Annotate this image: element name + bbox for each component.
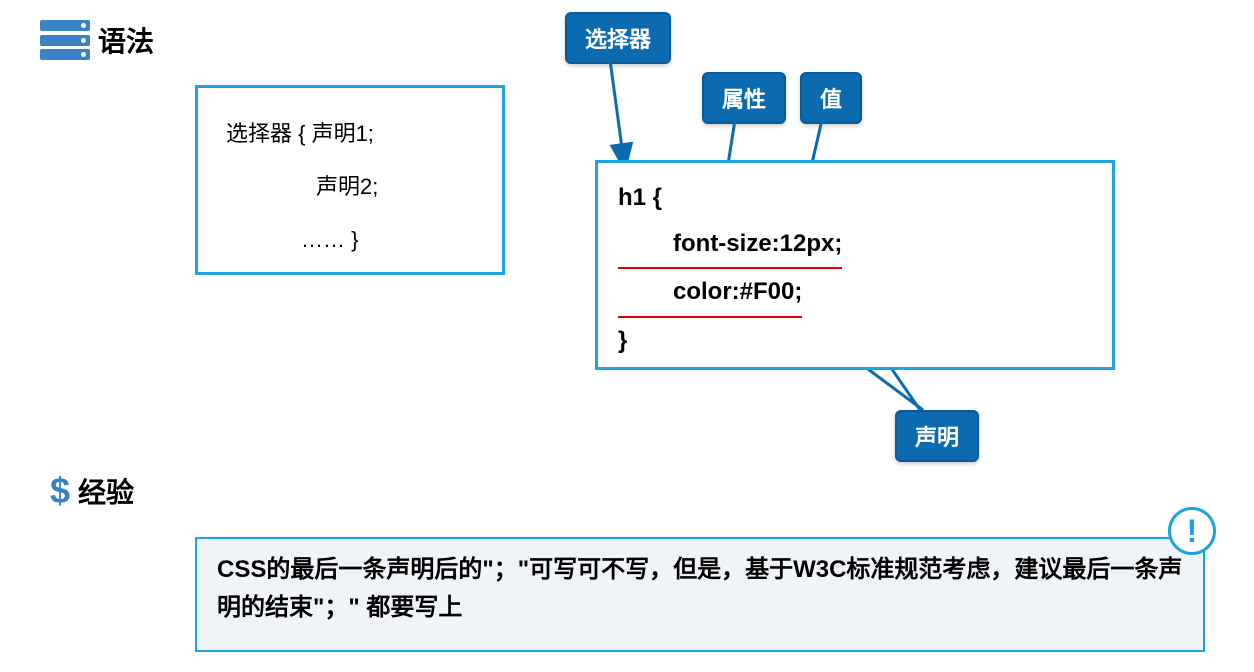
label-selector: 选择器 [565,12,671,64]
example-line-2: font-size:12px; [618,221,842,270]
experience-section-header: $ 经验 [50,470,134,512]
experience-box: CSS的最后一条声明后的"；"可写可不写，但是，基于W3C标准规范考虑，建议最后… [195,537,1205,652]
label-attribute: 属性 [702,72,786,124]
syntax-line-2: 声明2; [226,161,474,214]
syntax-line-1: 选择器 { 声明1; [226,108,474,161]
label-declaration: 声明 [895,410,979,462]
server-stack-icon [40,20,90,60]
syntax-section-header: 语法 [40,20,154,60]
label-value: 值 [800,72,862,124]
syntax-title: 语法 [98,20,154,60]
dollar-icon: $ [50,470,70,512]
experience-title: 经验 [78,471,134,511]
example-line-4: } [618,318,1092,364]
example-line-3: color:#F00; [618,269,802,318]
experience-text: CSS的最后一条声明后的"；"可写可不写，但是，基于W3C标准规范考虑，建议最后… [217,551,1183,628]
example-line-1: h1 { [618,175,1092,221]
syntax-line-3: …… } [226,214,474,267]
example-box: h1 { font-size:12px; color:#F00; } [595,160,1115,370]
info-icon: ! [1168,507,1216,555]
syntax-box: 选择器 { 声明1; 声明2; …… } [195,85,505,275]
